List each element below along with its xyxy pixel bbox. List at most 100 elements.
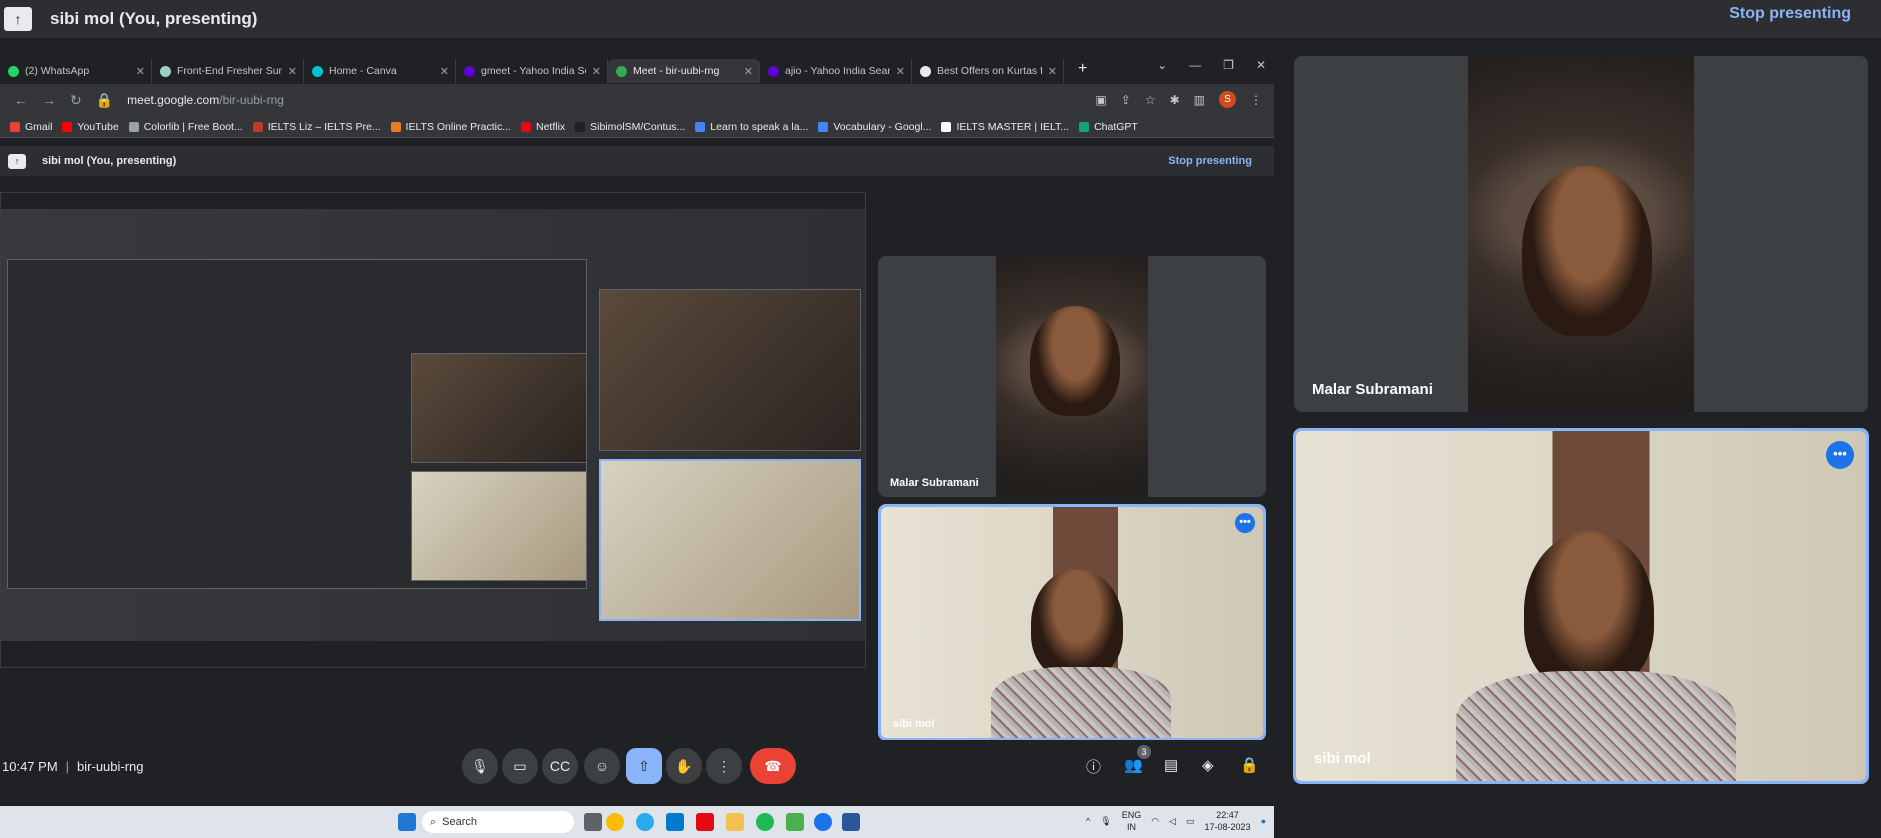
meeting-code: bir-uubi-rng	[77, 758, 144, 774]
close-tab-icon[interactable]: ✕	[896, 65, 905, 78]
emoji-icon: ☺	[594, 758, 610, 774]
bookmark-star-icon[interactable]: ☆	[1145, 93, 1156, 107]
browser-tab[interactable]: gmeet - Yahoo India Sea...✕	[456, 59, 608, 83]
hand-icon: ✋	[675, 757, 693, 774]
taskbar-search[interactable]: ⌕ Search	[422, 811, 574, 833]
back-icon[interactable]: ←	[14, 92, 28, 108]
spotify-icon[interactable]	[756, 813, 774, 831]
learn-icon	[695, 121, 706, 132]
browser-tab[interactable]: Home - Canva ✕	[304, 59, 456, 83]
more-options-icon[interactable]: •••	[1235, 513, 1255, 533]
netflix-icon[interactable]	[696, 813, 714, 831]
task-view-icon[interactable]	[584, 813, 602, 831]
present-button[interactable]: ⇧	[626, 748, 662, 784]
participant-tile-sibi-mol[interactable]: ••• sibi mol	[1293, 428, 1869, 784]
presenting-title: sibi mol (You, presenting)	[50, 9, 258, 28]
taskbar-clock[interactable]: 22:47 17-08-2023	[1205, 809, 1251, 833]
tab-search-icon[interactable]: ⌄	[1157, 58, 1167, 72]
chatgpt-icon	[1079, 121, 1090, 132]
close-tab-icon[interactable]: ✕	[136, 65, 145, 78]
shared-screen: (2) WhatsApp✕ Front-End Fresher Sum...✕ …	[0, 54, 1274, 838]
telegram-icon[interactable]	[636, 813, 654, 831]
chat-icon[interactable]: ▤	[1164, 756, 1178, 774]
battery-icon[interactable]: ▭	[1186, 816, 1195, 827]
yahoo-icon	[464, 65, 475, 77]
inner-tile-malar-subramani[interactable]: Malar Subramani	[878, 256, 1266, 497]
camera-icon[interactable]: ▣	[1095, 93, 1106, 107]
stop-presenting-button[interactable]: Stop presenting	[1729, 5, 1851, 23]
language-indicator[interactable]: ENG IN	[1122, 809, 1142, 833]
bookmark-ielts-liz[interactable]: IELTS Liz – IELTS Pre...	[252, 121, 381, 133]
browser-tab[interactable]: ajio - Yahoo India Search✕	[760, 59, 912, 83]
notepad-icon[interactable]	[786, 813, 804, 831]
chrome-icon[interactable]	[606, 813, 624, 831]
participant-name: Malar Subramani	[890, 477, 979, 489]
bookmark-ielts-online[interactable]: IELTS Online Practic...	[390, 121, 511, 133]
close-window-icon[interactable]: ✕	[1256, 58, 1266, 72]
close-tab-icon[interactable]: ✕	[1048, 65, 1057, 78]
captions-button[interactable]: CC	[542, 748, 578, 784]
reload-icon[interactable]: ↻	[70, 92, 82, 109]
raise-hand-button[interactable]: ✋	[666, 748, 702, 784]
file-explorer-icon[interactable]	[726, 813, 744, 831]
participant-count-badge: 3	[1137, 745, 1151, 759]
camera-button[interactable]: ▭	[502, 748, 538, 784]
bookmark-chatgpt[interactable]: ChatGPT	[1079, 121, 1138, 133]
bookmark-learn[interactable]: Learn to speak a la...	[695, 121, 808, 133]
bookmark-github[interactable]: SibimolSM/Contus...	[575, 121, 685, 133]
chevron-up-icon[interactable]: ^	[1086, 816, 1090, 826]
leave-call-button[interactable]: ☎	[750, 748, 796, 784]
close-tab-icon[interactable]: ✕	[288, 65, 297, 78]
bookmark-colorlib[interactable]: Colorlib | Free Boot...	[128, 121, 243, 133]
edge-icon[interactable]	[814, 813, 832, 831]
forward-icon[interactable]: →	[42, 92, 56, 108]
close-tab-icon[interactable]: ✕	[744, 65, 753, 78]
url-field[interactable]: meet.google.com/bir-uubi-rng	[127, 93, 284, 107]
host-controls-icon[interactable]: 🔒	[1240, 756, 1259, 774]
extensions-icon[interactable]: ✱	[1170, 93, 1180, 107]
bookmark-netflix[interactable]: Netflix	[520, 121, 565, 133]
new-tab-icon[interactable]: +	[1078, 60, 1087, 78]
browser-tab[interactable]: Best Offers on Kurtas for...✕	[912, 59, 1064, 83]
inner-stop-presenting-button[interactable]: Stop presenting	[1168, 155, 1252, 167]
activities-icon[interactable]: ◈	[1202, 756, 1214, 774]
bookmark-youtube[interactable]: YouTube	[62, 121, 119, 133]
bookmark-ielts-master[interactable]: IELTS MASTER | IELT...	[941, 121, 1069, 133]
people-icon[interactable]: 👥	[1124, 756, 1143, 774]
word-icon[interactable]	[842, 813, 860, 831]
browser-tab-active[interactable]: Meet - bir-uubi-rng ✕	[608, 59, 760, 83]
browser-tab[interactable]: (2) WhatsApp ✕	[0, 59, 152, 83]
nested-meet-controls	[1, 641, 865, 667]
meeting-info-icon[interactable]: ⓘ	[1086, 756, 1101, 777]
vscode-icon[interactable]	[666, 813, 684, 831]
bookmark-vocabulary[interactable]: Vocabulary - Googl...	[818, 121, 931, 133]
inner-tile-sibi-mol[interactable]: ••• sibi mol	[878, 504, 1266, 740]
lock-icon[interactable]: 🔒	[96, 92, 113, 109]
more-options-button[interactable]: ⋮	[706, 748, 742, 784]
address-bar: ← → ↻ 🔒 meet.google.com/bir-uubi-rng ▣ ⇪…	[0, 84, 1274, 116]
notification-icon[interactable]: ●	[1261, 816, 1266, 826]
start-icon[interactable]	[398, 813, 416, 831]
share-icon[interactable]: ⇪	[1121, 93, 1131, 107]
gmail-icon	[10, 121, 20, 132]
browser-tab[interactable]: Front-End Fresher Sum...✕	[152, 59, 304, 83]
close-tab-icon[interactable]: ✕	[440, 65, 449, 78]
more-options-icon[interactable]: •••	[1826, 441, 1854, 469]
hang-up-icon: ☎	[764, 757, 782, 774]
reactions-button[interactable]: ☺	[584, 748, 620, 784]
restore-icon[interactable]: ❐	[1223, 58, 1234, 72]
close-tab-icon[interactable]: ✕	[592, 65, 601, 78]
menu-kebab-icon[interactable]: ⋮	[1250, 93, 1262, 107]
kebab-icon: ⋮	[717, 757, 731, 774]
side-panel-icon[interactable]: ▥	[1194, 93, 1205, 107]
profile-avatar[interactable]: S	[1219, 91, 1236, 108]
participant-tile-malar-subramani[interactable]: Malar Subramani	[1294, 56, 1868, 412]
mic-tray-icon[interactable]: 🎙	[1100, 816, 1111, 827]
microphone-button[interactable]: 🎙	[462, 748, 498, 784]
wifi-icon[interactable]: ◠	[1151, 816, 1159, 827]
window-controls: ⌄ — ❐ ✕	[1157, 58, 1266, 72]
bookmark-gmail[interactable]: Gmail	[10, 121, 52, 133]
volume-icon[interactable]: ◁	[1169, 816, 1176, 827]
github-icon	[575, 121, 586, 132]
minimize-icon[interactable]: —	[1189, 58, 1201, 72]
